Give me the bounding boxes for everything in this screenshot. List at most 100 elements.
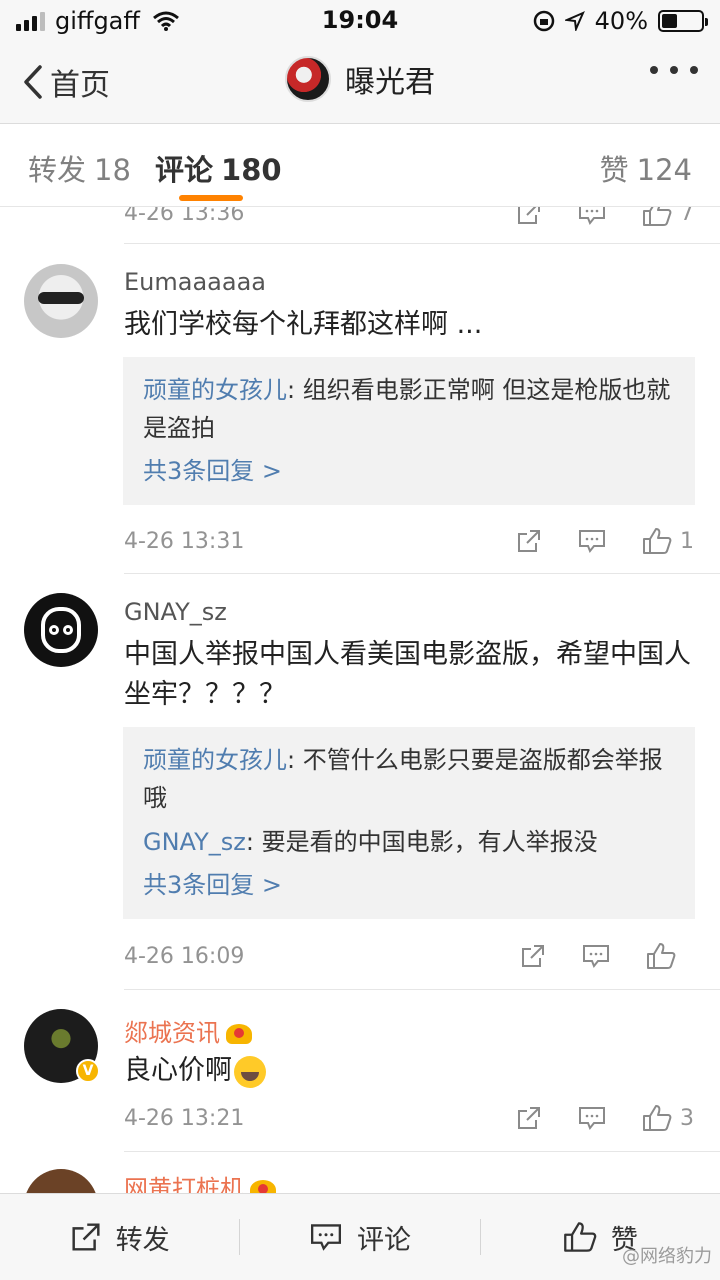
tab-comment[interactable]: 评论 180	[155, 147, 282, 189]
orientation-lock-icon	[533, 10, 554, 32]
tab-repost[interactable]: 转发 18	[28, 147, 131, 189]
reply-user[interactable]: GNAY_sz	[143, 828, 246, 856]
reply-button[interactable]	[578, 1105, 606, 1131]
comment-time: 4-26 16:09	[124, 943, 245, 969]
comment-meta: 4-26 13:31 1	[124, 521, 694, 561]
reply-box[interactable]: 顽童的女孩儿: 组织看电影正常啊 但这是枪版也就是盗拍 共3条回复 >	[123, 357, 695, 505]
verified-badge-icon: V	[76, 1059, 100, 1083]
battery-icon	[658, 10, 708, 32]
like-count: 1	[680, 528, 694, 554]
tab-comment-count: 180	[221, 153, 282, 187]
status-right: 40%	[533, 7, 708, 35]
divider	[124, 243, 720, 244]
comment-actions: 7	[480, 207, 694, 227]
status-bar: giffgaff 19:04 40%	[0, 0, 720, 40]
avatar[interactable]	[24, 1169, 98, 1193]
share-icon	[72, 1223, 100, 1251]
share-button[interactable]	[516, 1105, 542, 1131]
comment-meta: 4-26 13:21 3	[124, 1098, 694, 1138]
share-icon	[518, 1107, 540, 1129]
more-dot	[650, 66, 658, 74]
thumbs-up-icon	[643, 207, 672, 226]
comment-feed[interactable]: 4-26 13:36 7 Eumaaaaaa 我们学校每个礼拜都这样啊 ... …	[0, 207, 720, 1193]
reply-button[interactable]	[582, 943, 610, 969]
avatar-eye-graphic	[63, 625, 73, 635]
reply-line: 顽童的女孩儿: 组织看电影正常啊 但这是枪版也就是盗拍	[143, 371, 675, 447]
tab-like-label: 赞	[599, 153, 629, 187]
share-button[interactable]	[520, 943, 546, 969]
thumbs-up-icon	[643, 528, 672, 554]
nav-bar: 首页 曝光君	[0, 40, 720, 124]
comment-actions: 3	[480, 1104, 694, 1132]
tab-comment-label: 评论	[155, 153, 214, 187]
avatar[interactable]	[24, 264, 98, 338]
like-count: 3	[680, 1105, 694, 1131]
repost-button[interactable]: 转发	[0, 1218, 239, 1257]
more-replies-link[interactable]: 共3条回复 >	[143, 865, 675, 905]
comment-username[interactable]: 网黄打桩机	[124, 1169, 276, 1193]
avatar[interactable]	[285, 56, 331, 102]
active-tab-indicator	[179, 195, 243, 201]
share-icon	[522, 945, 544, 967]
battery-percent: 40%	[594, 7, 648, 35]
comment-username[interactable]: 郯城资讯	[124, 1013, 252, 1048]
avatar-eye-graphic	[49, 625, 59, 635]
reply-line: 顽童的女孩儿: 不管什么电影只要是盗版都会举报哦	[143, 741, 675, 817]
username-text: 网黄打桩机	[124, 1175, 244, 1193]
share-button[interactable]	[516, 207, 542, 226]
watermark: @网络豹力	[622, 1246, 712, 1267]
reply-button[interactable]	[578, 207, 606, 226]
comment-icon	[583, 945, 609, 968]
nav-title-group[interactable]: 曝光君	[0, 56, 720, 102]
comment-meta: 4-26 13:36 7	[124, 207, 694, 233]
like-button[interactable]: 1	[642, 527, 694, 555]
comment-actions: 1	[480, 527, 694, 555]
comment-meta: 4-26 16:09	[124, 936, 694, 976]
tab-repost-label: 转发	[28, 153, 87, 187]
comment-text: 我们学校每个礼拜都这样啊 ...	[124, 309, 483, 340]
vip-crown-icon	[226, 1024, 252, 1044]
reply-colon: :	[287, 376, 303, 404]
reply-button[interactable]	[578, 528, 606, 554]
comment-text-content: 良心价啊	[124, 1055, 232, 1086]
thumbs-up-icon	[643, 1105, 672, 1131]
comment-username[interactable]: GNAY_sz	[124, 598, 227, 626]
comment-icon	[579, 207, 605, 225]
comment-icon	[310, 1224, 341, 1251]
comment-label: 评论	[356, 1224, 411, 1256]
comment-username[interactable]: Eumaaaaaa	[124, 268, 266, 296]
comment-icon	[579, 530, 605, 553]
like-button[interactable]: 3	[642, 1104, 694, 1132]
bottom-action-bar: 转发 评论 赞 @网络豹力	[0, 1193, 720, 1280]
comment-text: 良心价啊	[124, 1051, 694, 1091]
more-replies-link[interactable]: 共3条回复 >	[143, 451, 675, 491]
comment-time: 4-26 13:31	[124, 528, 245, 554]
share-icon	[518, 207, 540, 224]
repost-label: 转发	[115, 1224, 170, 1256]
more-button[interactable]	[650, 66, 698, 74]
vip-crown-icon	[250, 1180, 276, 1193]
tab-like[interactable]: 赞 124	[600, 147, 692, 189]
page-title: 曝光君	[345, 65, 435, 100]
reply-colon: :	[287, 746, 303, 774]
like-button[interactable]	[646, 942, 694, 970]
thumbs-up-icon	[647, 943, 676, 969]
reply-box[interactable]: 顽童的女孩儿: 不管什么电影只要是盗版都会举报哦 GNAY_sz: 要是看的中国…	[123, 727, 695, 919]
location-icon	[564, 11, 585, 31]
comment-button[interactable]: 评论	[240, 1218, 479, 1257]
sunglasses-graphic	[38, 292, 84, 304]
like-button[interactable]: 7	[642, 207, 694, 227]
tab-repost-count: 18	[94, 153, 131, 187]
share-button[interactable]	[516, 528, 542, 554]
avatar[interactable]	[24, 593, 98, 667]
divider	[124, 1151, 720, 1152]
more-dot	[670, 66, 678, 74]
laugh-emoji-icon	[234, 1055, 266, 1088]
username-text: 郯城资讯	[124, 1019, 220, 1047]
comment-icon	[579, 1107, 605, 1130]
thumbs-up-icon	[563, 1222, 597, 1252]
reply-user[interactable]: 顽童的女孩儿	[143, 376, 287, 404]
reply-user[interactable]: 顽童的女孩儿	[143, 746, 287, 774]
like-count: 7	[680, 207, 694, 226]
tab-like-count: 124	[636, 153, 692, 187]
